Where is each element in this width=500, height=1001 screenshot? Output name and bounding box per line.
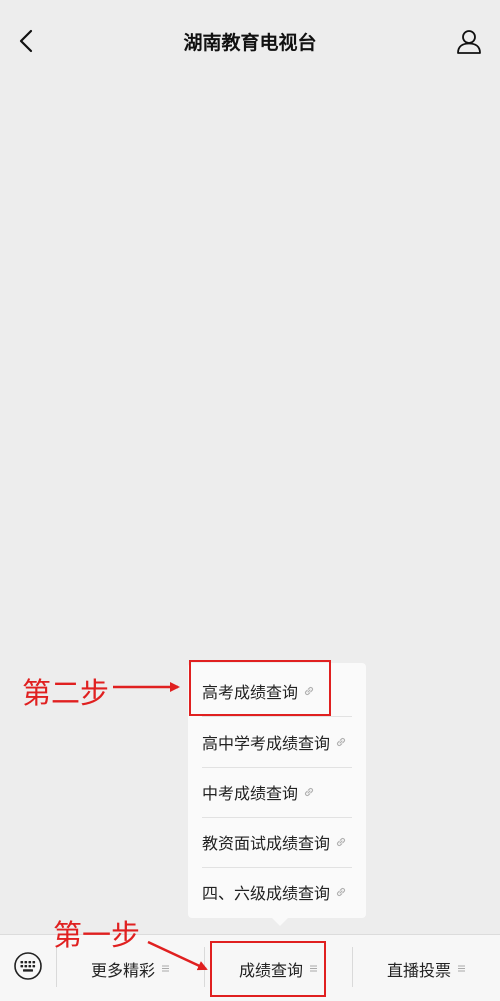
link-icon	[335, 836, 347, 848]
submenu-item-cet[interactable]: 四、六级成绩查询	[188, 867, 366, 917]
link-icon	[303, 786, 315, 798]
menu-icon	[457, 964, 466, 973]
submenu-item-jiaozi[interactable]: 教资面试成绩查询	[188, 817, 366, 867]
annotation-step2: 第二步	[22, 676, 110, 710]
submenu-item-label: 四、六级成绩查询	[202, 884, 331, 903]
menu-item-label: 更多精彩	[90, 960, 155, 980]
submenu-item-label: 中考成绩查询	[202, 784, 299, 803]
menu-icon	[161, 964, 170, 973]
submenu-item-zhongkao[interactable]: 中考成绩查询	[188, 767, 366, 817]
profile-button[interactable]	[454, 26, 484, 56]
keyboard-icon	[14, 952, 42, 980]
submenu-item-label: 教资面试成绩查询	[202, 834, 331, 853]
user-icon	[457, 30, 481, 54]
annotation-step1: 第一步	[53, 918, 141, 952]
link-icon	[335, 736, 347, 748]
annotation-box-gaokao	[189, 660, 331, 716]
top-bar: 湖南教育电视台	[0, 0, 500, 84]
menu-live-vote[interactable]: 直播投票	[353, 935, 500, 1001]
annotation-box-score-query	[210, 941, 326, 997]
submenu-item-label: 高中学考成绩查询	[202, 734, 331, 753]
keyboard-toggle-button[interactable]	[13, 951, 43, 981]
submenu-item-xuekao[interactable]: 高中学考成绩查询	[188, 717, 366, 767]
menu-item-label: 直播投票	[386, 960, 451, 980]
link-icon	[335, 886, 347, 898]
page-title: 湖南教育电视台	[183, 32, 317, 54]
